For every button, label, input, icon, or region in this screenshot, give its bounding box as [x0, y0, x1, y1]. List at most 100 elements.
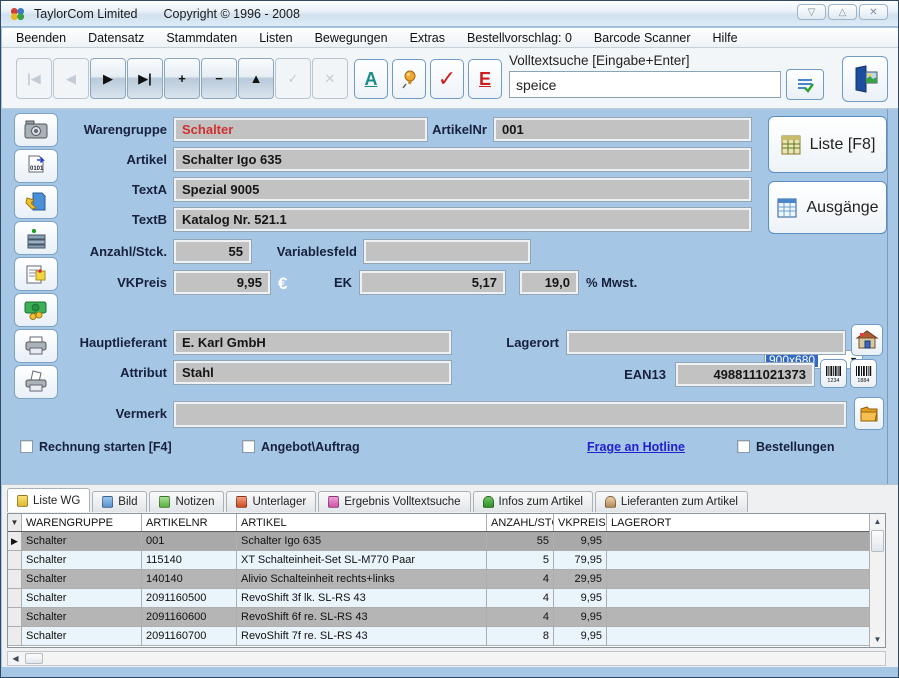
nav-prior-button[interactable]: ◀	[53, 58, 89, 99]
textb-field[interactable]: Katalog Nr. 521.1	[174, 208, 751, 231]
photo-button[interactable]	[14, 113, 58, 147]
col-artikel[interactable]: ARTIKEL	[237, 514, 487, 531]
binary-export-button[interactable]: 0101	[14, 149, 58, 183]
add-record-button[interactable]	[14, 221, 58, 255]
table-row[interactable]: Schalter 2091160600 RevoShift 6f re. SL-…	[8, 608, 885, 627]
filter-icon[interactable]: ▼	[8, 514, 22, 531]
menu-stammdaten[interactable]: Stammdaten	[166, 31, 237, 45]
menu-beenden[interactable]: Beenden	[16, 31, 66, 45]
cell-lagerort	[607, 627, 885, 645]
notes-button[interactable]	[14, 257, 58, 291]
ausgaenge-button[interactable]: Ausgänge	[768, 181, 887, 234]
scroll-up-icon[interactable]: ▲	[870, 515, 885, 528]
warengruppe-field[interactable]: Schalter	[174, 118, 427, 141]
cell-vkpreis: 9,95	[554, 627, 607, 645]
liste-button[interactable]: Liste [F8]	[768, 116, 887, 173]
bottom-panel: Liste WG Bild Notizen Unterlager Ergebni…	[2, 484, 899, 667]
hotline-link[interactable]: Frage an Hotline	[587, 440, 685, 454]
yellow-page-icon	[17, 495, 28, 507]
hauptlieferant-label: Hauptlieferant	[42, 335, 167, 350]
minimize-button[interactable]: ▽	[797, 4, 826, 20]
col-warengruppe[interactable]: WARENGRUPPE	[22, 514, 142, 531]
vkpreis-field[interactable]: 9,95	[174, 271, 270, 294]
nav-cancel-button[interactable]: ✕	[312, 58, 348, 99]
ek-field[interactable]: 5,17	[360, 271, 505, 294]
tab-lieferanten-zum-artikel[interactable]: Lieferanten zum Artikel	[595, 491, 748, 512]
cell-artikel: RevoShift 3f lk. SL-RS 43	[237, 589, 487, 607]
table-row[interactable]: Schalter 2091160700 RevoShift 7f re. SL-…	[8, 627, 885, 646]
variablesfeld-field[interactable]	[364, 240, 530, 263]
e-label: E	[479, 69, 491, 90]
tab-notizen[interactable]: Notizen	[149, 491, 224, 512]
table-row[interactable]: Schalter 115140 XT Schalteinheit-Set SL-…	[8, 551, 885, 570]
print-document-button[interactable]	[14, 365, 58, 399]
angebot-checkbox[interactable]	[242, 440, 255, 453]
menu-barcode-scanner[interactable]: Barcode Scanner	[594, 31, 691, 45]
col-lagerort[interactable]: LAGERORT	[607, 514, 885, 531]
cell-warengruppe: Schalter	[22, 551, 142, 569]
attribut-field[interactable]: Stahl	[174, 361, 451, 384]
nav-first-button[interactable]: |◀	[16, 58, 52, 99]
vkpreis-label: VKPreis	[57, 275, 167, 290]
rechnung-checkbox[interactable]	[20, 440, 33, 453]
mwst-field[interactable]: 19,0	[520, 271, 578, 294]
tab-infos-zum-artikel[interactable]: Infos zum Artikel	[473, 491, 593, 512]
nav-delete-button[interactable]: −	[201, 58, 237, 99]
anzahl-field[interactable]: 55	[174, 240, 251, 263]
tab-ergebnis-volltextsuche[interactable]: Ergebnis Volltextsuche	[318, 491, 470, 512]
e-button[interactable]: E	[468, 59, 502, 99]
import-document-button[interactable]	[14, 185, 58, 219]
bestellungen-checkbox[interactable]	[737, 440, 750, 453]
col-anzahl[interactable]: ANZAHL/STCK.	[487, 514, 554, 531]
font-a-button[interactable]: A	[354, 59, 388, 99]
ean13-field[interactable]: 4988111021373	[676, 363, 814, 386]
menu-hilfe[interactable]: Hilfe	[713, 31, 738, 45]
menu-bewegungen[interactable]: Bewegungen	[315, 31, 388, 45]
archive-button[interactable]	[854, 397, 884, 430]
exit-button[interactable]	[842, 56, 888, 102]
menu-extras[interactable]: Extras	[410, 31, 445, 45]
barcode-print-button[interactable]: 1234	[820, 359, 847, 388]
nav-insert-button[interactable]: +	[164, 58, 200, 99]
close-button[interactable]: ✕	[859, 4, 888, 20]
barcode-scan-button[interactable]: 1884	[850, 359, 877, 388]
artikelnr-field[interactable]: 001	[494, 118, 751, 141]
nav-next-button[interactable]: ▶	[90, 58, 126, 99]
hauptlieferant-field[interactable]: E. Karl GmbH	[174, 331, 451, 354]
scroll-left-icon[interactable]: ◀	[8, 652, 23, 665]
vermerk-field[interactable]	[174, 402, 846, 427]
nav-edit-button[interactable]: ▲	[238, 58, 274, 99]
artikel-field[interactable]: Schalter Igo 635	[174, 148, 751, 171]
table-row[interactable]: ▶ Schalter 001 Schalter Igo 635 55 9,95	[8, 532, 885, 551]
warehouse-button[interactable]	[851, 324, 883, 356]
maximize-button[interactable]: △	[828, 4, 857, 20]
money-button[interactable]	[14, 293, 58, 327]
menu-bestellvorschlag[interactable]: Bestellvorschlag: 0	[467, 31, 572, 45]
ean13-label: EAN13	[610, 367, 666, 382]
scroll-down-icon[interactable]: ▼	[870, 633, 885, 646]
nav-post-button[interactable]: ✓	[275, 58, 311, 99]
tab-liste-wg[interactable]: Liste WG	[7, 488, 90, 512]
table-row[interactable]: Schalter 2091160500 RevoShift 3f lk. SL-…	[8, 589, 885, 608]
fulltext-search-label: Volltextsuche [Eingabe+Enter]	[509, 53, 690, 68]
texta-field[interactable]: Spezial 9005	[174, 178, 751, 201]
confirm-button[interactable]: ✓	[430, 59, 464, 99]
lagerort-field[interactable]	[567, 331, 845, 354]
search-confirm-button[interactable]	[786, 69, 824, 100]
col-vkpreis[interactable]: VKPREIS	[554, 514, 607, 531]
person-icon	[605, 496, 616, 508]
nav-last-button[interactable]: ▶|	[127, 58, 163, 99]
col-artikelnr[interactable]: ARTIKELNR	[142, 514, 237, 531]
vermerk-label: Vermerk	[57, 406, 167, 421]
tab-bild[interactable]: Bild	[92, 491, 147, 512]
fulltext-search-input[interactable]	[509, 71, 781, 98]
print-document-icon	[23, 370, 49, 394]
menu-listen[interactable]: Listen	[259, 31, 292, 45]
table-vertical-scrollbar[interactable]: ▲ ▼	[869, 514, 885, 647]
tab-unterlager[interactable]: Unterlager	[226, 491, 316, 512]
table-horizontal-scrollbar[interactable]: ◀	[7, 651, 886, 666]
cell-warengruppe: Schalter	[22, 608, 142, 626]
pin-button[interactable]	[392, 59, 426, 99]
menu-datensatz[interactable]: Datensatz	[88, 31, 144, 45]
table-row[interactable]: Schalter 140140 Alivio Schalteinheit rec…	[8, 570, 885, 589]
